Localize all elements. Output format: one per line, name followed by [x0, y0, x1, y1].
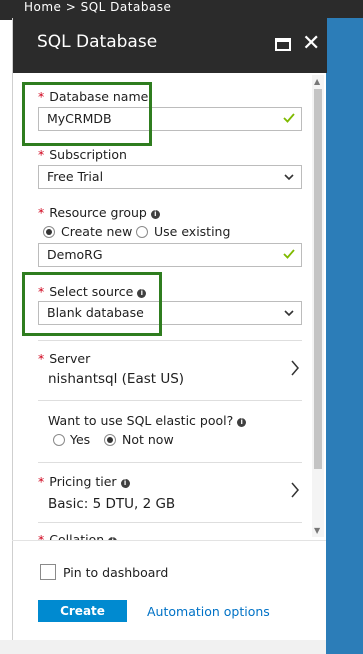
collation-label: *Collationi	[38, 532, 118, 540]
highlight-box-database-name	[22, 82, 152, 146]
pricing-tier-value: Basic: 5 DTU, 2 GB	[48, 496, 176, 512]
subscription-value: Free Trial	[47, 169, 104, 184]
collation-clip: *Collationi	[38, 529, 312, 540]
info-icon[interactable]: i	[120, 479, 130, 488]
elastic-pool-label: Want to use SQL elastic pool? i	[48, 413, 247, 428]
required-marker: *	[38, 474, 45, 489]
close-icon[interactable]: ✕	[302, 31, 320, 57]
required-marker: *	[38, 205, 45, 220]
elastic-pool-yes-label[interactable]: Yes	[70, 432, 90, 447]
server-label-text: Server	[49, 351, 91, 366]
scroll-up-arrow-icon[interactable]: ▲	[314, 77, 320, 86]
divider	[38, 400, 302, 401]
use-existing-label[interactable]: Use existing	[154, 224, 230, 239]
elastic-pool-not-now-radio[interactable]	[104, 434, 116, 446]
required-marker: *	[38, 147, 45, 162]
blade-header: SQL Database ✕	[13, 18, 327, 73]
divider	[38, 522, 302, 523]
collation-label-text: Collation	[49, 532, 105, 540]
footer-divider	[12, 540, 326, 541]
scrollbar-thumb[interactable]	[314, 89, 322, 469]
resource-group-label-text: Resource group	[49, 205, 147, 220]
create-new-radio[interactable]	[43, 226, 55, 238]
check-icon	[283, 113, 295, 123]
server-value: nishantsql (East US)	[48, 371, 185, 387]
resource-group-value: DemoRG	[47, 247, 103, 262]
subscription-select[interactable]: Free Trial	[38, 165, 302, 189]
pin-to-dashboard-checkbox[interactable]	[40, 564, 56, 580]
chevron-down-icon	[284, 174, 294, 181]
chevron-right-icon	[291, 360, 299, 376]
pin-to-dashboard-label[interactable]: Pin to dashboard	[63, 565, 168, 580]
scroll-down-arrow-icon[interactable]: ▼	[314, 526, 320, 535]
elastic-pool-not-now-label[interactable]: Not now	[122, 432, 174, 447]
divider	[38, 340, 302, 341]
resource-group-input[interactable]: DemoRG	[38, 243, 302, 267]
info-icon[interactable]: i	[237, 418, 247, 427]
chevron-right-icon	[291, 482, 299, 498]
pricing-tier-label: * Pricing tier i	[38, 474, 130, 489]
highlight-box-select-source	[22, 272, 162, 336]
chevron-down-icon	[284, 310, 294, 317]
side-panel	[326, 18, 363, 654]
pricing-tier-label-text: Pricing tier	[49, 474, 117, 489]
subscription-label: * Subscription	[38, 147, 127, 162]
subscription-label-text: Subscription	[49, 147, 127, 162]
breadcrumb[interactable]: Home > SQL Database	[24, 0, 171, 14]
maximize-icon[interactable]	[275, 38, 291, 51]
automation-options-link[interactable]: Automation options	[147, 604, 270, 619]
elastic-pool-yes-radio[interactable]	[53, 434, 65, 446]
divider	[38, 462, 302, 463]
required-marker: *	[38, 532, 45, 540]
check-icon	[283, 249, 295, 259]
elastic-pool-label-text: Want to use SQL elastic pool?	[48, 413, 234, 428]
required-marker: *	[38, 351, 45, 366]
create-button[interactable]: Create	[38, 600, 127, 622]
use-existing-radio[interactable]	[136, 226, 148, 238]
portal-top-bar: Home > SQL Database	[0, 0, 363, 20]
server-label: * Server	[38, 351, 90, 366]
bottom-strip	[0, 640, 326, 654]
create-new-label[interactable]: Create new	[61, 224, 132, 239]
resource-group-label: * Resource group i	[38, 205, 160, 220]
info-icon[interactable]: i	[150, 210, 160, 219]
scrollbar[interactable]: ▲ ▼	[312, 75, 324, 537]
blade-title: SQL Database	[37, 32, 158, 52]
